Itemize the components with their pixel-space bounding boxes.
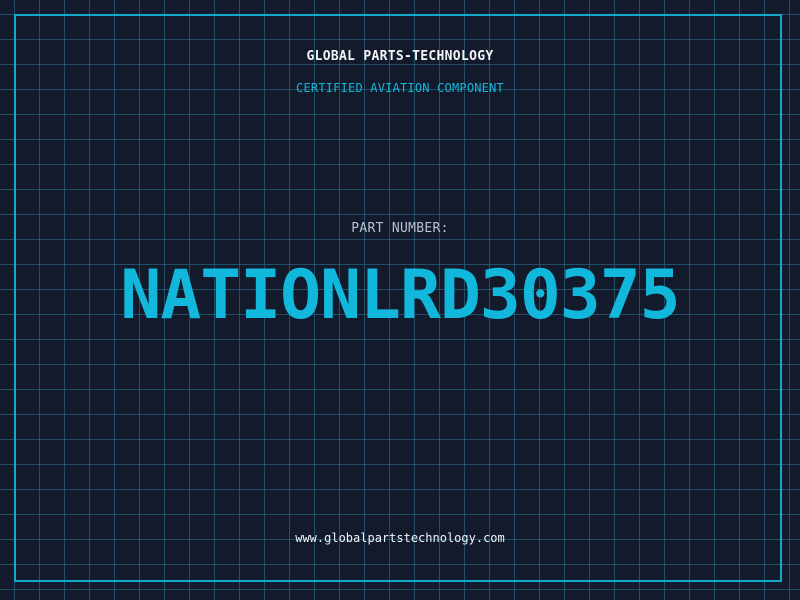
certification-tagline: CERTIFIED AVIATION COMPONENT <box>296 81 504 95</box>
part-number-label: PART NUMBER: <box>351 221 449 236</box>
company-name: GLOBAL PARTS-TECHNOLOGY <box>306 49 494 64</box>
part-number-value: NATIONLRD30375 <box>120 256 680 335</box>
website-url: www.globalpartstechnology.com <box>295 531 505 545</box>
